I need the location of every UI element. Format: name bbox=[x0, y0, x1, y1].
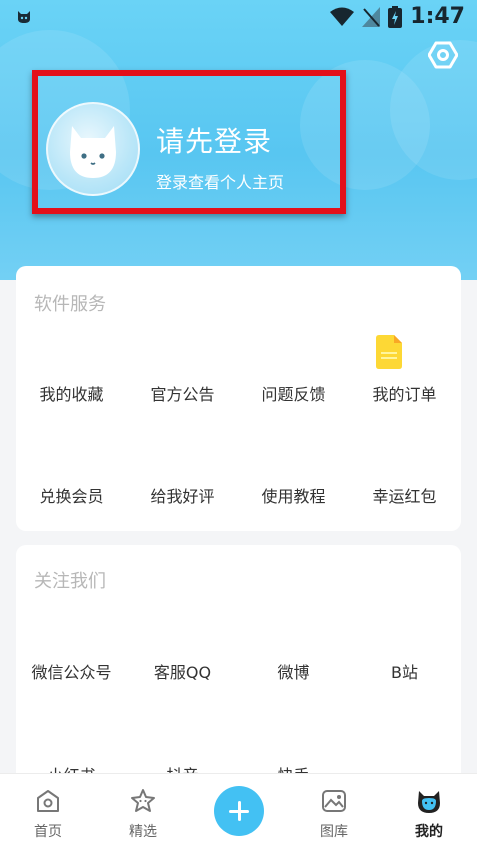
status-icons: 1:47 bbox=[330, 4, 465, 29]
service-item-announcements[interactable]: 官方公告 bbox=[127, 381, 238, 405]
service-item-favorites[interactable]: 我的收藏 bbox=[16, 381, 127, 405]
service-item-rate-us[interactable]: 给我好评 bbox=[127, 483, 238, 507]
service-item-redeem-membership[interactable]: 兑换会员 bbox=[16, 483, 127, 507]
service-item-orders[interactable]: 我的订单 bbox=[349, 381, 460, 405]
app-notification-icon bbox=[18, 11, 30, 23]
tab-featured[interactable]: 精选 bbox=[103, 774, 183, 848]
login-prompt-area[interactable]: 请先登录 登录查看个人主页 bbox=[32, 70, 346, 214]
service-item-feedback[interactable]: 问题反馈 bbox=[238, 381, 349, 405]
tab-label: 我的 bbox=[415, 824, 443, 840]
tab-label: 精选 bbox=[129, 824, 157, 840]
status-time: 1:47 bbox=[410, 4, 465, 29]
home-icon bbox=[37, 790, 59, 812]
cat-avatar-icon bbox=[70, 126, 116, 178]
plus-icon bbox=[229, 801, 249, 821]
tab-label: 首页 bbox=[34, 824, 62, 840]
wifi-icon bbox=[330, 7, 355, 26]
tab-gallery[interactable]: 图库 bbox=[294, 774, 374, 848]
tab-mine[interactable]: 我的 bbox=[389, 774, 469, 848]
tab-label: 图库 bbox=[320, 824, 348, 840]
create-button[interactable] bbox=[214, 786, 264, 836]
service-item-tutorial[interactable]: 使用教程 bbox=[238, 483, 349, 507]
follow-item-qq[interactable]: 客服QQ bbox=[127, 659, 238, 683]
login-subtitle: 登录查看个人主页 bbox=[156, 173, 285, 192]
services-title: 软件服务 bbox=[34, 294, 106, 315]
status-bar: 1:47 bbox=[0, 0, 477, 34]
gallery-icon bbox=[322, 790, 346, 812]
service-item-lucky-envelope[interactable]: 幸运红包 bbox=[349, 483, 460, 507]
settings-icon[interactable] bbox=[428, 40, 458, 70]
follow-title: 关注我们 bbox=[34, 571, 106, 592]
follow-item-wechat[interactable]: 微信公众号 bbox=[16, 659, 127, 683]
login-title[interactable]: 请先登录 bbox=[156, 120, 272, 160]
document-icon bbox=[376, 335, 402, 369]
follow-item-bilibili[interactable]: B站 bbox=[349, 659, 460, 683]
cat-profile-icon bbox=[418, 791, 440, 813]
avatar[interactable] bbox=[46, 102, 140, 196]
tab-home[interactable]: 首页 bbox=[8, 774, 88, 848]
follow-item-weibo[interactable]: 微博 bbox=[238, 659, 349, 683]
star-icon bbox=[131, 789, 155, 812]
no-signal-icon bbox=[362, 6, 381, 27]
battery-charging-icon bbox=[388, 5, 403, 28]
